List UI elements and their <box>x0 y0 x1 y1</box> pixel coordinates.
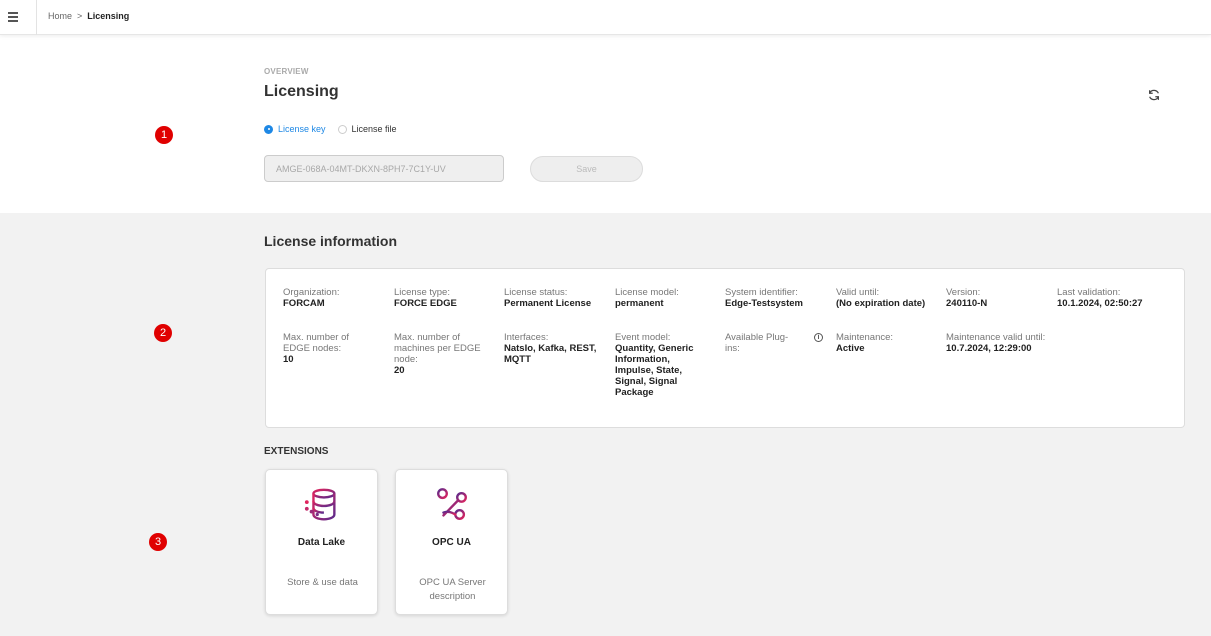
radio-license-file-label: License file <box>351 124 397 134</box>
save-button[interactable]: Save <box>530 156 643 182</box>
info-version: Version: 240110-N <box>946 287 1050 309</box>
info-organization: Organization: FORCAM <box>283 287 387 309</box>
info-label: Available Plug-ins: <box>725 332 789 354</box>
info-label: Max. number of EDGE nodes: <box>283 332 349 354</box>
overview-label: OVERVIEW <box>264 67 309 76</box>
info-value: Active <box>836 343 865 354</box>
info-label: Maintenance valid until: <box>946 332 1046 343</box>
radio-license-key-label: License key <box>278 124 326 134</box>
info-label: Last validation: <box>1057 287 1121 298</box>
marker-2: 2 <box>154 324 172 342</box>
info-value: FORCAM <box>283 298 325 309</box>
info-label: Max. number of machines per EDGE node: <box>394 332 481 365</box>
info-valid-until: Valid until: (No expiration date) <box>836 287 940 309</box>
extension-name: Data Lake <box>297 537 346 548</box>
breadcrumb-separator: > <box>77 11 83 21</box>
radio-unselected-icon <box>337 124 347 134</box>
extensions-title: EXTENSIONS <box>264 446 329 457</box>
info-label: Organization: <box>283 287 340 298</box>
extension-name: OPC UA <box>432 537 471 548</box>
info-value: Edge-Testsystem <box>725 298 803 309</box>
info-label: License status: <box>504 287 568 298</box>
info-value: permanent <box>615 298 664 309</box>
topbar-divider <box>36 0 37 35</box>
info-label: Maintenance: <box>836 332 894 343</box>
info-event-model: Event model: Quantity, Generic Informati… <box>615 332 711 398</box>
radio-license-key[interactable]: License key <box>264 124 326 134</box>
info-interfaces: Interfaces: NatsIo, Kafka, REST, MQTT <box>504 332 608 365</box>
info-value: 10.1.2024, 02:50:27 <box>1057 298 1143 309</box>
info-label: Version: <box>946 287 981 298</box>
license-key-input[interactable] <box>264 155 504 182</box>
radio-selected-icon <box>264 124 273 134</box>
license-source-radio-group: License key License file <box>264 124 409 134</box>
info-label: System identifier: <box>725 287 798 298</box>
license-information-card: Organization: FORCAM License type: FORCE… <box>265 268 1185 428</box>
marker-1: 1 <box>155 126 173 144</box>
info-value: 20 <box>394 365 405 376</box>
info-max-edge-nodes: Max. number of EDGE nodes: 10 <box>283 332 371 365</box>
info-label: License model: <box>615 287 679 298</box>
top-bar: Home > Licensing <box>0 0 1211 35</box>
radio-license-file[interactable]: License file <box>337 124 397 134</box>
hamburger-menu-icon[interactable] <box>8 12 18 22</box>
database-icon <box>304 488 336 521</box>
extension-card-opc-ua[interactable]: OPC UA OPC UA Server description <box>395 469 508 615</box>
info-value: NatsIo, Kafka, REST, MQTT <box>504 343 597 365</box>
info-value: (No expiration date) <box>836 298 926 309</box>
breadcrumb: Home > Licensing <box>48 11 129 21</box>
breadcrumb-home[interactable]: Home <box>48 11 72 21</box>
info-max-machines: Max. number of machines per EDGE node: 2… <box>394 332 494 376</box>
connection-nodes-icon <box>437 488 467 520</box>
info-last-validation: Last validation: 10.1.2024, 02:50:27 <box>1057 287 1177 309</box>
info-license-model: License model: permanent <box>615 287 719 309</box>
license-entry-section <box>0 36 1211 213</box>
info-license-type: License type: FORCE EDGE <box>394 287 498 309</box>
info-maintenance: Maintenance: Active <box>836 332 940 354</box>
info-available-plugins: Available Plug-ins: <box>725 332 793 354</box>
info-system-identifier: System identifier: Edge-Testsystem <box>725 287 829 309</box>
marker-3: 3 <box>149 533 167 551</box>
info-value: 10.7.2024, 12:29:00 <box>946 343 1032 354</box>
info-icon[interactable]: i <box>814 333 823 342</box>
info-value: FORCE EDGE <box>394 298 457 309</box>
refresh-icon[interactable] <box>1147 88 1161 102</box>
info-label: License type: <box>394 287 450 298</box>
extension-card-data-lake[interactable]: Data Lake Store & use data <box>265 469 378 615</box>
info-value: Permanent License <box>504 298 592 309</box>
info-value: 240110-N <box>946 298 988 309</box>
info-maintenance-valid-until: Maintenance valid until: 10.7.2024, 12:2… <box>946 332 1066 354</box>
info-value: Quantity, Generic Information, Impulse, … <box>615 343 694 398</box>
info-license-status: License status: Permanent License <box>504 287 608 309</box>
info-value: 10 <box>283 354 294 365</box>
info-label: Event model: <box>615 332 671 343</box>
info-label: Valid until: <box>836 287 880 298</box>
extension-description: Store & use data <box>287 577 358 588</box>
license-information-title: License information <box>264 233 398 249</box>
breadcrumb-current: Licensing <box>87 11 130 21</box>
extension-description: OPC UA Server description <box>419 577 486 602</box>
info-label: Interfaces: <box>504 332 549 343</box>
page-title: Licensing <box>264 83 339 100</box>
